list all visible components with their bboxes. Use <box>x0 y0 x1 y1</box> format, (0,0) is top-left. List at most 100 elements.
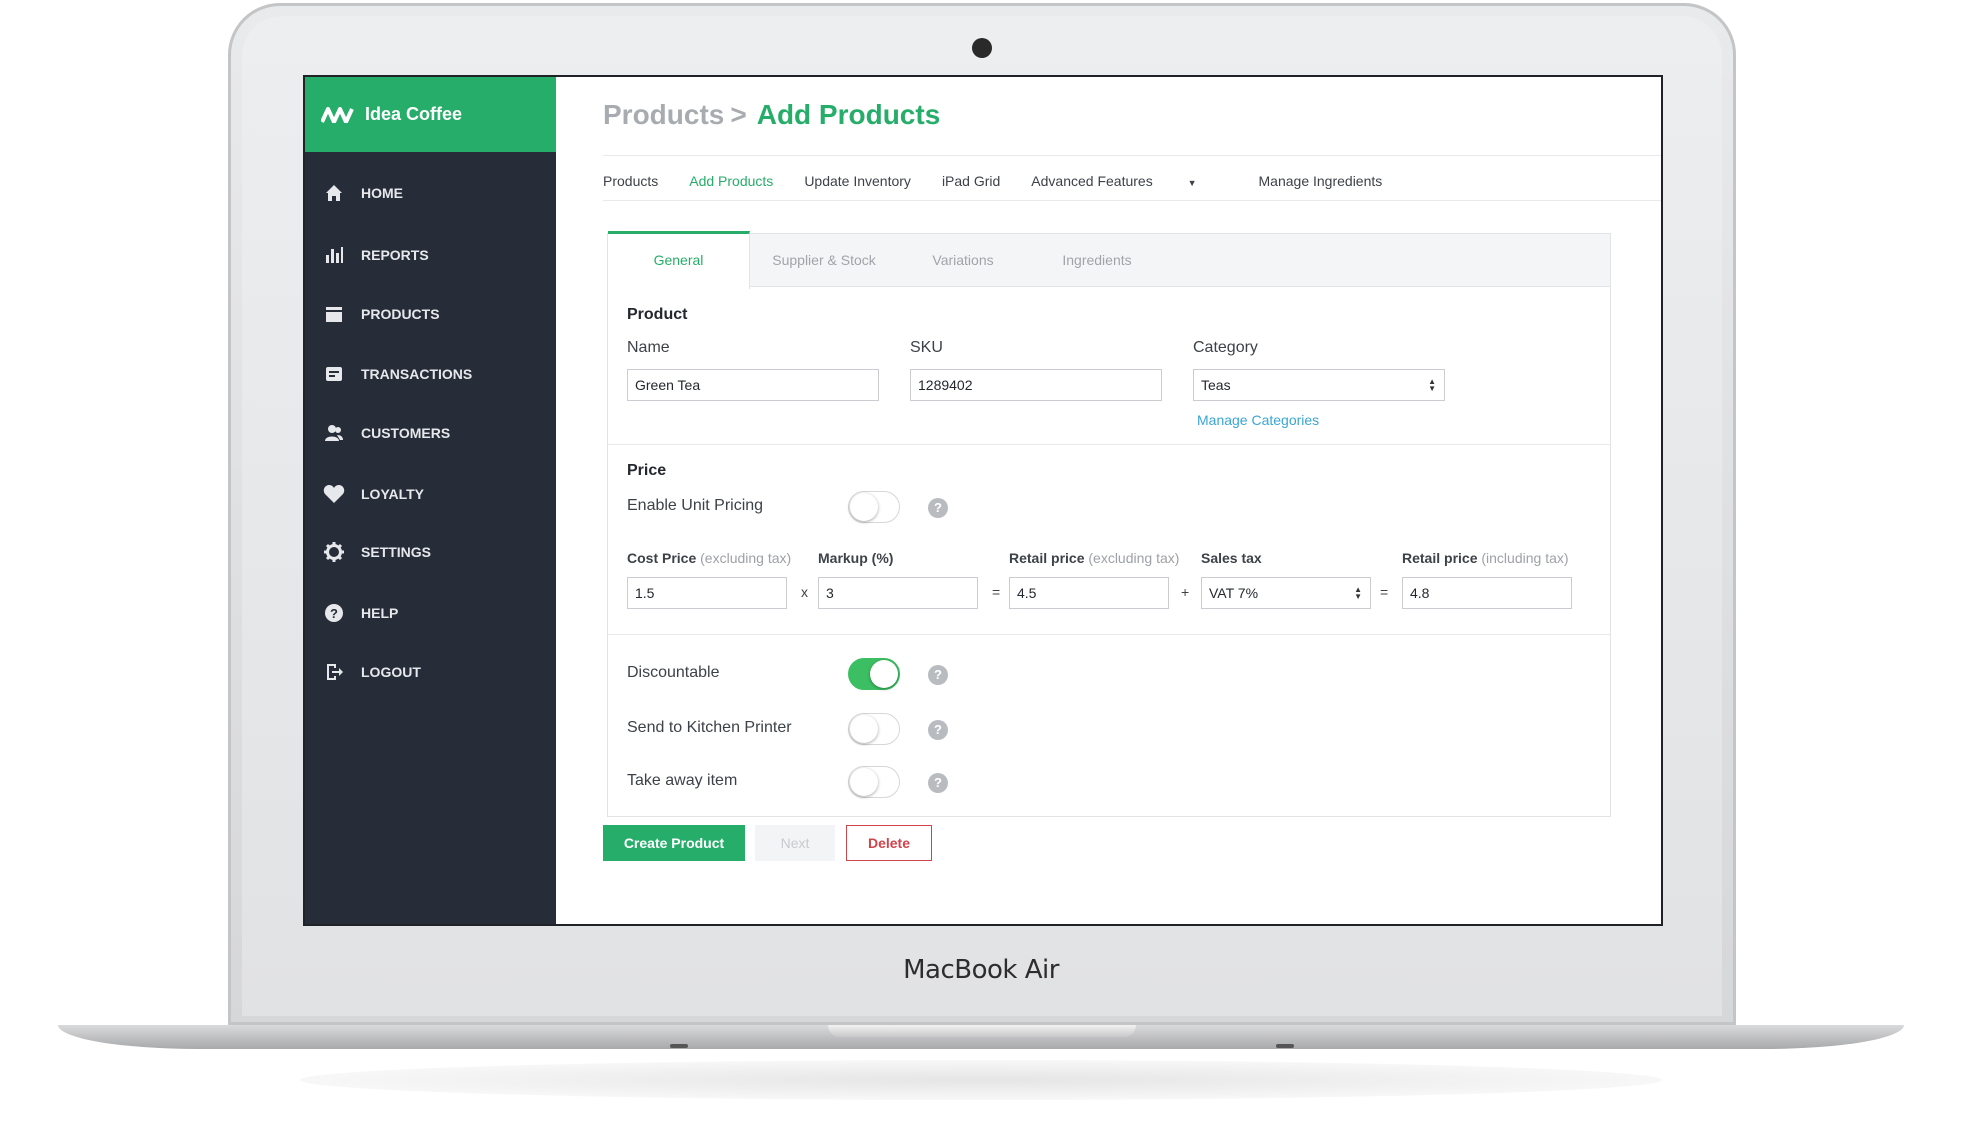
divider <box>603 200 1661 201</box>
sidebar-item-transactions[interactable]: TRANSACTIONS <box>305 354 556 394</box>
toggle-knob <box>850 715 878 743</box>
transactions-icon <box>323 363 345 385</box>
brand[interactable]: Idea Coffee <box>305 77 556 152</box>
name-label: Name <box>627 339 670 356</box>
subnav-products[interactable]: Products <box>603 173 658 189</box>
select-arrows-icon: ▲ ▼ <box>1354 585 1362 601</box>
cost-price-input[interactable]: 1.5 <box>627 577 787 609</box>
divider <box>603 155 1661 156</box>
toggle-knob <box>870 660 898 688</box>
manage-categories-link[interactable]: Manage Categories <box>1197 412 1319 428</box>
help-icon[interactable]: ? <box>928 773 948 793</box>
home-icon <box>323 182 345 204</box>
logout-icon <box>323 661 345 683</box>
equals-operator: = <box>1380 584 1389 600</box>
sidebar-item-label: REPORTS <box>361 247 429 263</box>
sidebar-item-settings[interactable]: SETTINGS <box>305 532 556 572</box>
screen: Idea Coffee HOME REPORTS PRODUCTS TRANSA… <box>303 75 1663 926</box>
take-away-label: Take away item <box>627 772 738 789</box>
cost-price-hint: (excluding tax) <box>700 550 792 566</box>
create-product-button[interactable]: Create Product <box>603 825 745 861</box>
markup-label: Markup (%) <box>818 550 894 566</box>
kitchen-printer-toggle[interactable] <box>848 713 900 745</box>
next-button[interactable]: Next <box>755 825 835 861</box>
toggle-knob <box>850 768 878 796</box>
subnav-add-products[interactable]: Add Products <box>689 173 773 189</box>
sidebar-item-help[interactable]: ? HELP <box>305 593 556 633</box>
subnav-manage-ingredients[interactable]: Manage Ingredients <box>1259 173 1383 189</box>
sidebar-item-label: SETTINGS <box>361 544 432 560</box>
caret-down-icon: ▼ <box>1187 178 1197 188</box>
cost-price-label: Cost Price (excluding tax) <box>627 550 791 566</box>
take-away-toggle[interactable] <box>848 766 900 798</box>
camera-icon <box>972 38 992 58</box>
kitchen-printer-label: Send to Kitchen Printer <box>627 719 792 736</box>
markup-input[interactable]: 3 <box>818 577 978 609</box>
retail-ex-label-text: Retail price <box>1009 550 1085 566</box>
help-icon[interactable]: ? <box>928 720 948 740</box>
name-input[interactable]: Green Tea <box>627 369 879 401</box>
select-arrows-icon: ▲ ▼ <box>1428 377 1436 393</box>
tab-ingredients[interactable]: Ingredients <box>1027 234 1167 286</box>
cost-price-label-text: Cost Price <box>627 550 697 566</box>
sku-label: SKU <box>910 339 943 356</box>
sidebar-item-label: LOYALTY <box>361 486 425 502</box>
section-divider <box>608 634 1610 635</box>
tab-supplier-stock[interactable]: Supplier & Stock <box>749 234 899 286</box>
help-icon[interactable]: ? <box>928 665 948 685</box>
tab-general[interactable]: General <box>608 231 750 289</box>
sidebar: Idea Coffee HOME REPORTS PRODUCTS TRANSA… <box>305 77 556 924</box>
price-section-title: Price <box>627 462 667 479</box>
sidebar-item-label: HOME <box>361 185 403 201</box>
product-section-title: Product <box>627 306 688 323</box>
subnav-update-inventory[interactable]: Update Inventory <box>804 173 911 189</box>
sidebar-item-logout[interactable]: LOGOUT <box>305 652 556 692</box>
retail-ex-input[interactable]: 4.5 <box>1009 577 1169 609</box>
retail-in-hint: (including tax) <box>1481 550 1569 566</box>
tab-variations[interactable]: Variations <box>899 234 1027 286</box>
section-divider <box>608 444 1610 445</box>
sidebar-item-loyalty[interactable]: LOYALTY <box>305 474 556 514</box>
sidebar-item-reports[interactable]: REPORTS <box>305 235 556 275</box>
svg-text:?: ? <box>330 606 338 621</box>
customers-icon <box>323 422 345 444</box>
heart-icon <box>323 483 345 505</box>
plus-operator: + <box>1181 584 1190 600</box>
retail-in-label: Retail price (including tax) <box>1402 550 1569 566</box>
product-form-panel: General Supplier & Stock Variations Ingr… <box>607 231 1611 817</box>
sidebar-item-label: CUSTOMERS <box>361 425 451 441</box>
sub-navigation: Products Add Products Update Inventory i… <box>603 173 1413 189</box>
subnav-ipad-grid[interactable]: iPad Grid <box>942 173 1000 189</box>
laptop-model-label: MacBook Air <box>903 955 1059 985</box>
retail-in-input[interactable]: 4.8 <box>1402 577 1572 609</box>
discountable-toggle[interactable] <box>848 658 900 690</box>
sku-input[interactable]: 1289402 <box>910 369 1162 401</box>
sidebar-item-label: PRODUCTS <box>361 306 440 322</box>
laptop-foot <box>670 1044 688 1048</box>
sidebar-item-customers[interactable]: CUSTOMERS <box>305 413 556 453</box>
unit-pricing-toggle[interactable] <box>848 491 900 523</box>
category-select[interactable]: Teas ▲ ▼ <box>1193 369 1445 401</box>
help-icon[interactable]: ? <box>928 498 948 518</box>
help-icon: ? <box>323 602 345 624</box>
sales-tax-select[interactable]: VAT 7% ▲ ▼ <box>1201 577 1371 609</box>
delete-button[interactable]: Delete <box>846 825 932 861</box>
equals-operator: = <box>992 584 1001 600</box>
sidebar-item-home[interactable]: HOME <box>305 173 556 213</box>
breadcrumb-parent-link[interactable]: Products <box>603 99 724 130</box>
unit-pricing-label: Enable Unit Pricing <box>627 497 764 514</box>
sidebar-item-label: TRANSACTIONS <box>361 366 473 382</box>
category-label: Category <box>1193 339 1258 356</box>
toggle-knob <box>850 493 878 521</box>
retail-in-label-text: Retail price <box>1402 550 1478 566</box>
sidebar-item-products[interactable]: PRODUCTS <box>305 294 556 334</box>
products-icon <box>323 303 345 325</box>
laptop-notch <box>828 1025 1136 1037</box>
main-content: Products > Add Products Products Add Produ… <box>556 77 1661 924</box>
brand-logo-icon <box>321 106 354 123</box>
retail-ex-label: Retail price (excluding tax) <box>1009 550 1179 566</box>
breadcrumb: Products > Add Products <box>603 99 940 131</box>
reports-icon <box>323 244 345 266</box>
page-title: Add Products <box>756 99 941 130</box>
subnav-advanced-features[interactable]: Advanced Features ▼ <box>1031 173 1227 189</box>
